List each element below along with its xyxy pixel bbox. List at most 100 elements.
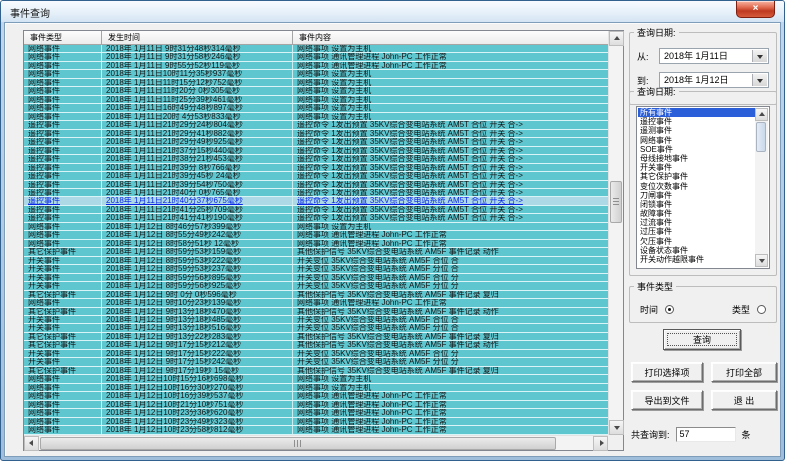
header-event-content[interactable]: 事件内容	[293, 31, 608, 45]
event-type-cell: 遥控事件	[24, 181, 102, 188]
query-button[interactable]: 查询	[663, 329, 741, 350]
table-row[interactable]: 网络事件2018年 1月11日 9时31分58秒246毫秒网络事项 通讯管理进程…	[24, 53, 608, 61]
table-row[interactable]: 网络事件2018年 1月11日11时15分12秒752毫秒网络事项 设置为主机	[24, 79, 608, 87]
event-table-body: 网络事件2018年 1月11日 9时31分48秒314毫秒网络事项 设置为主机网…	[24, 45, 608, 435]
table-row[interactable]: 网络事件2018年 1月12日10时23分36秒620毫秒网络事项 通讯管理进程…	[24, 409, 608, 417]
event-content-cell: 网络事项 通讯管理进程 John-PC 工作正常	[293, 231, 608, 238]
table-row[interactable]: 开关事件2018年 1月12日 8时59分56秒925毫秒开关变位 35KV综合…	[24, 282, 608, 290]
table-row[interactable]: 网络事件2018年 1月12日10时15分16秒698毫秒网络事项 设置为主机	[24, 375, 608, 383]
table-row[interactable]: 开关事件2018年 1月12日 9时17分15秒222毫秒开关变位 35KV综合…	[24, 350, 608, 358]
table-row[interactable]: 网络事件2018年 1月12日 8时46分57秒399毫秒网络事项 设置为主机	[24, 223, 608, 231]
table-row[interactable]: 网络事件2018年 1月11日20时 4分53秒833毫秒网络事项 设置为主机	[24, 113, 608, 121]
list-scroll-up-arrow-icon[interactable]	[755, 108, 768, 121]
close-button[interactable]: ×	[736, 1, 775, 18]
table-row[interactable]: 网络事件2018年 1月12日 9时10分23秒139毫秒网络事项 通讯管理进程…	[24, 299, 608, 307]
table-row[interactable]: 网络事件2018年 1月12日 8时58分51秒 12毫秒网络事项 通讯管理进程…	[24, 240, 608, 248]
event-time-cell: 2018年 1月12日 9时13分22秒283毫秒	[102, 333, 293, 340]
table-row[interactable]: 其它保护事件2018年 1月12日 9时17分15秒212毫秒其他保护信号 35…	[24, 341, 608, 349]
list-item[interactable]: 闭锁事件	[638, 200, 755, 209]
table-row[interactable]: 遥控事件2018年 1月11日21时39分45秒 24毫秒遥控命令 1发出预置 …	[24, 172, 608, 180]
from-label: 从:	[637, 50, 659, 63]
from-date-select[interactable]: 2018年 1月11日	[659, 48, 769, 64]
list-item[interactable]: 故障事件	[638, 209, 755, 218]
table-row[interactable]: 遥控事件2018年 1月11日21时39分54秒750毫秒遥控命令 1发出预置 …	[24, 181, 608, 189]
table-row[interactable]: 开关事件2018年 1月12日 8时59分53秒222毫秒开关变位 35KV综合…	[24, 257, 608, 265]
table-row[interactable]: 网络事件2018年 1月11日16时49分48秒897毫秒网络事项 设置为主机	[24, 104, 608, 112]
table-row[interactable]: 遥控事件2018年 1月11日21时37分15秒440毫秒遥控命令 1发出预置 …	[24, 147, 608, 155]
table-vertical-scrollbar[interactable]	[608, 31, 623, 435]
list-item[interactable]: 遥控事件	[638, 117, 755, 126]
list-item[interactable]: 开关动作越限事件	[638, 255, 755, 264]
list-scrollbar[interactable]	[755, 108, 768, 267]
list-item[interactable]: 刀闸事件	[638, 191, 755, 200]
print-selected-button[interactable]: 打印选择项	[631, 362, 703, 382]
scroll-right-arrow-icon[interactable]	[593, 436, 608, 451]
list-item[interactable]: 遥测事件	[638, 126, 755, 135]
table-row[interactable]: 遥控事件2018年 1月11日21时29分41秒882毫秒遥控命令 1发出预置 …	[24, 130, 608, 138]
table-row[interactable]: 其它保护事件2018年 1月12日 9时13分22秒283毫秒其他保护信号 35…	[24, 333, 608, 341]
table-row[interactable]: 遥控事件2018年 1月11日21时29分24秒804毫秒遥控命令 1发出预置 …	[24, 121, 608, 129]
table-row[interactable]: 网络事件2018年 1月12日10时23分58秒812毫秒网络事项 通讯管理进程…	[24, 426, 608, 434]
table-row[interactable]: 开关事件2018年 1月12日 8时59分53秒237毫秒开关变位 35KV综合…	[24, 265, 608, 273]
vertical-scroll-thumb[interactable]	[610, 181, 622, 223]
table-row[interactable]: 网络事件2018年 1月12日10时23分49秒323毫秒网络事项 通讯管理进程…	[24, 418, 608, 426]
table-row[interactable]: 网络事件2018年 1月11日11时20分 0秒305毫秒网络事项 设置为主机	[24, 87, 608, 95]
header-event-type[interactable]: 事件类型	[24, 31, 102, 45]
table-row[interactable]: 网络事件2018年 1月12日 8时55分49秒242毫秒网络事项 通讯管理进程…	[24, 231, 608, 239]
header-event-time[interactable]: 发生时间	[102, 31, 293, 45]
print-all-button[interactable]: 打印全部	[711, 362, 777, 382]
exit-button[interactable]: 退 出	[711, 390, 777, 410]
list-item[interactable]: 过压事件	[638, 227, 755, 236]
table-row[interactable]: 开关事件2018年 1月12日 9时13分18秒516毫秒开关变位 35KV综合…	[24, 324, 608, 332]
table-row[interactable]: 遥控事件2018年 1月11日21时41分41秒190毫秒遥控命令 1发出预置 …	[24, 214, 608, 222]
radio-time[interactable]	[665, 305, 674, 314]
event-time-cell: 2018年 1月11日21时40分37秒675毫秒	[102, 197, 293, 204]
list-item[interactable]: 所有事件	[638, 108, 755, 117]
table-row[interactable]: 开关事件2018年 1月12日 8时59分56秒895毫秒开关变位 35KV综合…	[24, 274, 608, 282]
event-type-listbox[interactable]: 所有事件遥控事件遥测事件网络事件SOE事件母线接地事件开关事件其它保护事件变位次…	[636, 106, 770, 269]
table-row[interactable]: 开关事件2018年 1月12日 9时17分15秒242毫秒开关变位 35KV综合…	[24, 358, 608, 366]
table-row[interactable]: 其它保护事件2018年 1月12日 9时17分19秒 15毫秒其他保护信号 35…	[24, 367, 608, 375]
table-row[interactable]: 网络事件2018年 1月11日10时11分35秒937毫秒网络事项 设置为主机	[24, 70, 608, 78]
radio-type[interactable]	[757, 305, 766, 314]
horizontal-scroll-thumb[interactable]	[40, 437, 556, 450]
table-row[interactable]: 遥控事件2018年 1月11日21时40分37秒675毫秒遥控命令 1发出预置 …	[24, 197, 608, 205]
scroll-down-arrow-icon[interactable]	[609, 420, 624, 435]
table-row[interactable]: 网络事件2018年 1月12日10时21分10秒751毫秒网络事项 通讯管理进程…	[24, 401, 608, 409]
list-item[interactable]: 母线接地事件	[638, 154, 755, 163]
list-item[interactable]: 网络事件	[638, 136, 755, 145]
dropdown-arrow-icon[interactable]	[752, 50, 767, 62]
list-scroll-thumb[interactable]	[756, 122, 766, 152]
list-item[interactable]: 开关事件	[638, 163, 755, 172]
list-item[interactable]: 变位次数事件	[638, 182, 755, 191]
table-row[interactable]: 遥控事件2018年 1月11日21时29分49秒925毫秒遥控命令 1发出预置 …	[24, 138, 608, 146]
list-item[interactable]: SOE事件	[638, 145, 755, 154]
table-row[interactable]: 遥控事件2018年 1月11日21时40分 0秒765毫秒遥控命令 1发出预置 …	[24, 189, 608, 197]
event-content-cell: 遥控命令 1发出预置 35KV综合变电站系统 AM5T 合位 开关 合->	[293, 147, 608, 154]
list-item[interactable]: 设备状态事件	[638, 246, 755, 255]
list-item[interactable]: 其它保护事件	[638, 172, 755, 181]
table-row[interactable]: 其它保护事件2018年 1月12日 8时59分53秒159毫秒其他保护信号 35…	[24, 248, 608, 256]
scroll-left-arrow-icon[interactable]	[24, 436, 39, 451]
table-row[interactable]: 其它保护事件2018年 1月12日 9时13分18秒470毫秒其他保护信号 35…	[24, 308, 608, 316]
list-item[interactable]: 过流事件	[638, 218, 755, 227]
table-row[interactable]: 网络事件2018年 1月12日10时16分30秒270毫秒网络事项 设置为主机	[24, 384, 608, 392]
list-scroll-down-arrow-icon[interactable]	[755, 254, 768, 267]
table-row[interactable]: 遥控事件2018年 1月11日21时41分25秒709毫秒遥控命令 1发出预置 …	[24, 206, 608, 214]
table-row[interactable]: 网络事件2018年 1月11日 9时31分48秒314毫秒网络事项 设置为主机	[24, 45, 608, 53]
table-row[interactable]: 开关事件2018年 1月12日 9时13分18秒485毫秒开关变位 35KV综合…	[24, 316, 608, 324]
table-row[interactable]: 遥控事件2018年 1月11日21时39分 8秒766毫秒遥控命令 1发出预置 …	[24, 164, 608, 172]
event-type-cell: 其它保护事件	[24, 341, 102, 348]
table-horizontal-scrollbar[interactable]	[24, 435, 608, 450]
table-row[interactable]: 网络事件2018年 1月11日 9时55分52秒119毫秒网络事项 通讯管理进程…	[24, 62, 608, 70]
list-item[interactable]: 欠压事件	[638, 237, 755, 246]
table-row[interactable]: 其它保护事件2018年 1月12日 9时 0分 0秒596毫秒其他保护信号 35…	[24, 291, 608, 299]
scroll-up-arrow-icon[interactable]	[609, 31, 624, 46]
table-row[interactable]: 遥控事件2018年 1月11日21时38分21秒453毫秒遥控命令 1发出预置 …	[24, 155, 608, 163]
table-row[interactable]: 网络事件2018年 1月11日11时25分39秒461毫秒网络事项 设置为主机	[24, 96, 608, 104]
event-type-cell: 遥控事件	[24, 147, 102, 154]
event-time-cell: 2018年 1月11日 9时31分48秒314毫秒	[102, 45, 293, 52]
export-to-file-button[interactable]: 导出到文件	[631, 390, 703, 410]
event-content-cell: 网络事项 通讯管理进程 John-PC 工作正常	[293, 426, 608, 433]
table-row[interactable]: 网络事件2018年 1月12日10时16分39秒537毫秒网络事项 通讯管理进程…	[24, 392, 608, 400]
